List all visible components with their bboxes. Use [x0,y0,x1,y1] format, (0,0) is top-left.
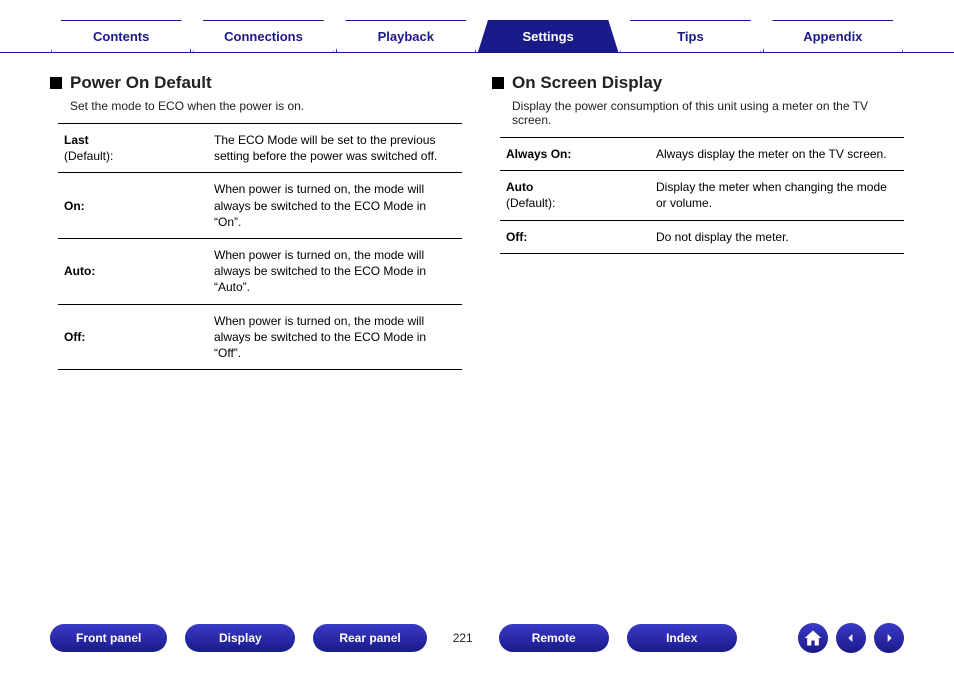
tab-contents[interactable]: Contents [51,20,191,52]
table-row: Auto(Default):Display the meter when cha… [500,171,904,220]
next-page-icon[interactable] [874,623,904,653]
section-title-text: Power On Default [70,73,212,93]
default-note: (Default): [64,148,202,164]
table-row: Off: Do not display the meter. [500,220,904,253]
top-tabs: ContentsConnectionsPlaybackSettingsTipsA… [0,0,954,53]
setting-name: Last(Default): [58,124,208,173]
right-column: On Screen Display Display the power cons… [492,73,904,370]
tab-tips[interactable]: Tips [620,20,760,52]
tab-playback[interactable]: Playback [336,20,476,52]
index-button[interactable]: Index [627,624,737,652]
table-row: Off: When power is turned on, the mode wi… [58,304,462,370]
home-icon[interactable] [798,623,828,653]
setting-name-label: Off: [506,230,527,244]
setting-name: Auto(Default): [500,171,650,220]
left-column: Power On Default Set the mode to ECO whe… [50,73,462,370]
table-row: On: When power is turned on, the mode wil… [58,173,462,239]
setting-description: The ECO Mode will be set to the previous… [208,124,462,173]
settings-table-right: Always On: Always display the meter on th… [500,137,904,254]
remote-button[interactable]: Remote [499,624,609,652]
tab-connections[interactable]: Connections [193,20,333,52]
main-content: Power On Default Set the mode to ECO whe… [0,53,954,390]
settings-table-left: Last(Default):The ECO Mode will be set t… [58,123,462,370]
setting-description: When power is turned on, the mode will a… [208,173,462,239]
section-heading-right: On Screen Display [492,73,904,93]
setting-description: Do not display the meter. [650,220,904,253]
display-button[interactable]: Display [185,624,295,652]
setting-name-label: Always On: [506,147,571,161]
rear-panel-button[interactable]: Rear panel [313,624,426,652]
setting-name-label: Auto: [64,264,95,278]
setting-description: Display the meter when changing the mode… [650,171,904,220]
table-row: Auto: When power is turned on, the mode w… [58,238,462,304]
setting-name: Off: [500,220,650,253]
bottom-nav: Front panel Display Rear panel 221 Remot… [0,623,954,653]
section-title-text: On Screen Display [512,73,662,93]
front-panel-button[interactable]: Front panel [50,624,167,652]
setting-name-label: Off: [64,330,85,344]
tab-settings[interactable]: Settings [478,20,618,52]
section-description: Set the mode to ECO when the power is on… [50,99,462,113]
setting-description: Always display the meter on the TV scree… [650,138,904,171]
setting-name-label: Last [64,133,89,147]
square-bullet-icon [50,77,62,89]
default-note: (Default): [506,195,644,211]
table-row: Last(Default):The ECO Mode will be set t… [58,124,462,173]
setting-name-label: On: [64,199,85,213]
setting-name: Auto: [58,238,208,304]
setting-name: On: [58,173,208,239]
setting-name: Off: [58,304,208,370]
setting-name-label: Auto [506,180,533,194]
setting-description: When power is turned on, the mode will a… [208,238,462,304]
setting-description: When power is turned on, the mode will a… [208,304,462,370]
page-number: 221 [445,631,481,645]
tab-appendix[interactable]: Appendix [763,20,903,52]
section-description: Display the power consumption of this un… [492,99,904,127]
square-bullet-icon [492,77,504,89]
table-row: Always On: Always display the meter on th… [500,138,904,171]
setting-name: Always On: [500,138,650,171]
nav-icons [798,623,904,653]
prev-page-icon[interactable] [836,623,866,653]
section-heading-left: Power On Default [50,73,462,93]
